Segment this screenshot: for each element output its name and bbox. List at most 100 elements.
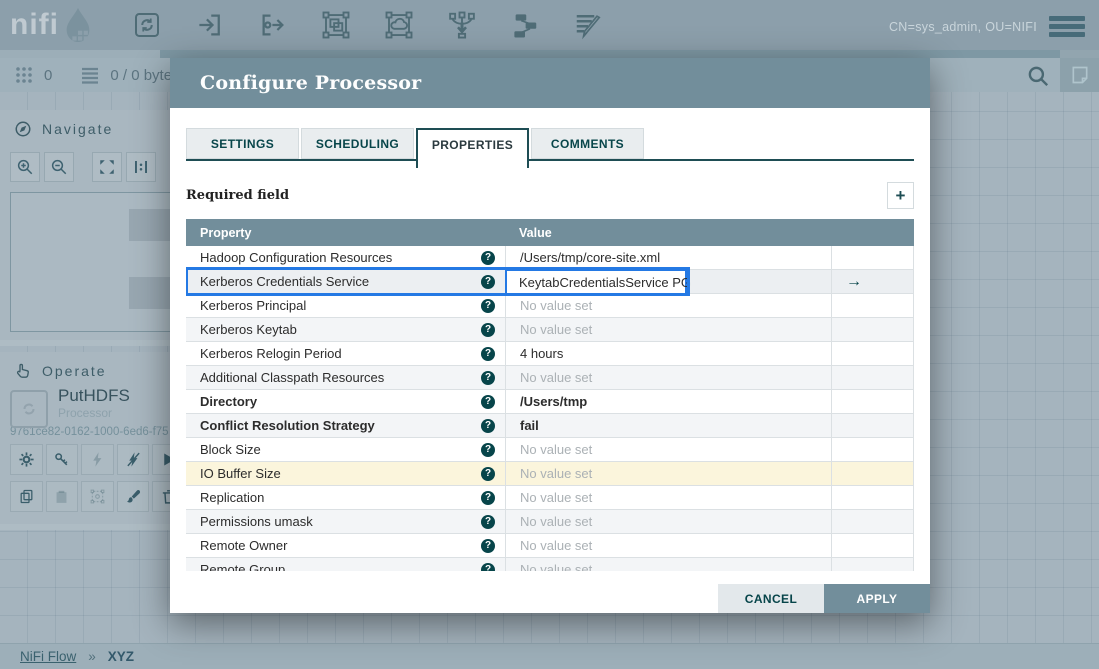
property-name: Kerberos Keytab — [200, 322, 297, 337]
property-value[interactable]: /Users/tmp/core-site.xml — [520, 250, 660, 265]
header-strip-left — [0, 50, 160, 58]
zoom-actual-icon[interactable] — [126, 152, 156, 182]
change-color-brush-icon[interactable] — [116, 481, 150, 512]
tab-properties[interactable]: PROPERTIES — [416, 128, 529, 168]
current-user: CN=sys_admin, OU=NIFI — [888, 20, 1037, 34]
global-menu-icon[interactable] — [1049, 16, 1085, 38]
selected-component-name: PutHDFS — [58, 386, 130, 405]
label-icon[interactable] — [573, 10, 603, 40]
highlighted-value-box[interactable]: KeytabCredentialsService PG — [505, 269, 691, 295]
breadcrumb-separator: » — [88, 649, 96, 664]
property-value[interactable]: No value set — [520, 490, 592, 505]
property-value[interactable]: No value set — [520, 538, 592, 553]
processor-icon[interactable] — [132, 10, 162, 40]
property-row[interactable]: Remote Owner? No value set — [186, 534, 914, 558]
property-value[interactable]: No value set — [520, 442, 592, 457]
property-row[interactable]: Hadoop Configuration Resources? /Users/tm… — [186, 246, 914, 270]
template-icon[interactable] — [510, 10, 540, 40]
property-value[interactable]: No value set — [520, 322, 592, 337]
help-icon[interactable]: ? — [481, 418, 495, 433]
zoom-fit-icon[interactable] — [92, 152, 122, 182]
property-row[interactable]: IO Buffer Size? No value set — [186, 462, 914, 486]
nifi-logo: nifi — [10, 6, 95, 44]
help-icon[interactable]: ? — [481, 442, 495, 457]
add-property-button[interactable]: + — [887, 182, 914, 209]
help-icon[interactable]: ? — [481, 562, 495, 571]
selected-component-type: Processor — [58, 406, 113, 420]
help-icon[interactable]: ? — [481, 298, 495, 313]
properties-table: Property Value Hadoop Configuration Reso… — [186, 219, 914, 571]
help-icon[interactable]: ? — [481, 250, 495, 265]
property-value[interactable]: No value set — [520, 298, 592, 313]
zoom-out-icon[interactable] — [44, 152, 74, 182]
property-value[interactable]: fail — [520, 418, 539, 433]
property-value[interactable]: No value set — [520, 514, 592, 529]
configure-gear-icon[interactable] — [10, 444, 43, 475]
required-field-label: Required field — [186, 188, 290, 203]
help-icon[interactable]: ? — [481, 370, 495, 385]
property-row[interactable]: Conflict Resolution Strategy? fail — [186, 414, 914, 438]
cancel-button[interactable]: CANCEL — [718, 584, 824, 613]
help-icon[interactable]: ? — [481, 346, 495, 361]
goto-service-arrow-icon[interactable]: → — [846, 273, 862, 290]
property-row[interactable]: Replication? No value set — [186, 486, 914, 510]
search-icon[interactable] — [1025, 63, 1051, 89]
property-value[interactable]: 4 hours — [520, 346, 563, 361]
property-name: Directory — [200, 394, 258, 409]
paste-icon — [45, 481, 79, 512]
property-name: Conflict Resolution Strategy — [200, 418, 375, 433]
apply-button[interactable]: APPLY — [824, 584, 930, 613]
input-port-icon[interactable] — [195, 10, 225, 40]
remote-process-group-icon[interactable] — [384, 10, 414, 40]
configure-processor-dialog: Configure Processor SETTINGS SCHEDULING … — [170, 58, 930, 613]
dialog-title: Configure Processor — [200, 72, 422, 94]
birdseye-minimap[interactable] — [10, 192, 185, 332]
funnel-icon[interactable] — [447, 10, 477, 40]
help-icon[interactable]: ? — [481, 466, 495, 481]
help-icon[interactable]: ? — [481, 322, 495, 337]
tab-comments[interactable]: COMMENTS — [531, 128, 644, 159]
disable-bolt-slash-icon[interactable] — [116, 444, 150, 475]
bulletin-note-icon[interactable] — [1060, 58, 1099, 92]
breadcrumb: NiFi Flow » XYZ — [0, 643, 1099, 669]
breadcrumb-root-link[interactable]: NiFi Flow — [20, 649, 76, 664]
help-icon[interactable]: ? — [481, 490, 495, 505]
property-value[interactable]: No value set — [520, 466, 592, 481]
property-name: Kerberos Principal — [200, 298, 307, 313]
help-icon[interactable]: ? — [481, 538, 495, 553]
zoom-in-icon[interactable] — [10, 152, 40, 182]
property-row[interactable]: Additional Classpath Resources? No value … — [186, 366, 914, 390]
nifi-logo-drop-icon — [61, 6, 95, 44]
navigate-panel-title: Navigate — [42, 121, 114, 137]
queue-list-icon — [80, 65, 100, 85]
property-value[interactable]: No value set — [520, 370, 592, 385]
property-value[interactable]: No value set — [520, 562, 592, 571]
property-value[interactable]: KeytabCredentialsService PG — [519, 275, 691, 290]
property-value[interactable]: /Users/tmp — [520, 394, 587, 409]
property-row[interactable]: Kerberos Relogin Period? 4 hours — [186, 342, 914, 366]
processor-stamp-icon — [10, 390, 48, 428]
component-toolbar — [132, 0, 603, 50]
property-row[interactable]: Remote Group? No value set — [186, 558, 914, 571]
tab-scheduling[interactable]: SCHEDULING — [301, 128, 414, 159]
property-row[interactable]: Kerberos Credentials Service? KeytabCrede… — [186, 267, 914, 296]
property-row[interactable]: Block Size? No value set — [186, 438, 914, 462]
property-row[interactable]: Kerberos Principal? No value set — [186, 294, 914, 318]
process-group-icon[interactable] — [321, 10, 351, 40]
tab-settings[interactable]: SETTINGS — [186, 128, 299, 159]
compass-icon — [14, 120, 32, 138]
help-icon[interactable]: ? — [481, 394, 495, 409]
copy-icon[interactable] — [10, 481, 43, 512]
column-header-property: Property — [200, 225, 252, 240]
help-icon[interactable]: ? — [481, 514, 495, 529]
property-row[interactable]: Kerberos Keytab? No value set — [186, 318, 914, 342]
operate-panel: Operate PutHDFS Processor 9761ce82-0162-… — [0, 352, 185, 530]
access-policies-key-icon[interactable] — [45, 444, 79, 475]
output-port-icon[interactable] — [258, 10, 288, 40]
help-icon[interactable]: ? — [481, 274, 495, 289]
properties-table-header: Property Value — [186, 219, 914, 246]
property-name: Additional Classpath Resources — [200, 370, 385, 385]
property-row[interactable]: Directory? /Users/tmp — [186, 390, 914, 414]
property-row[interactable]: Permissions umask? No value set — [186, 510, 914, 534]
property-name: Remote Owner — [200, 538, 288, 553]
